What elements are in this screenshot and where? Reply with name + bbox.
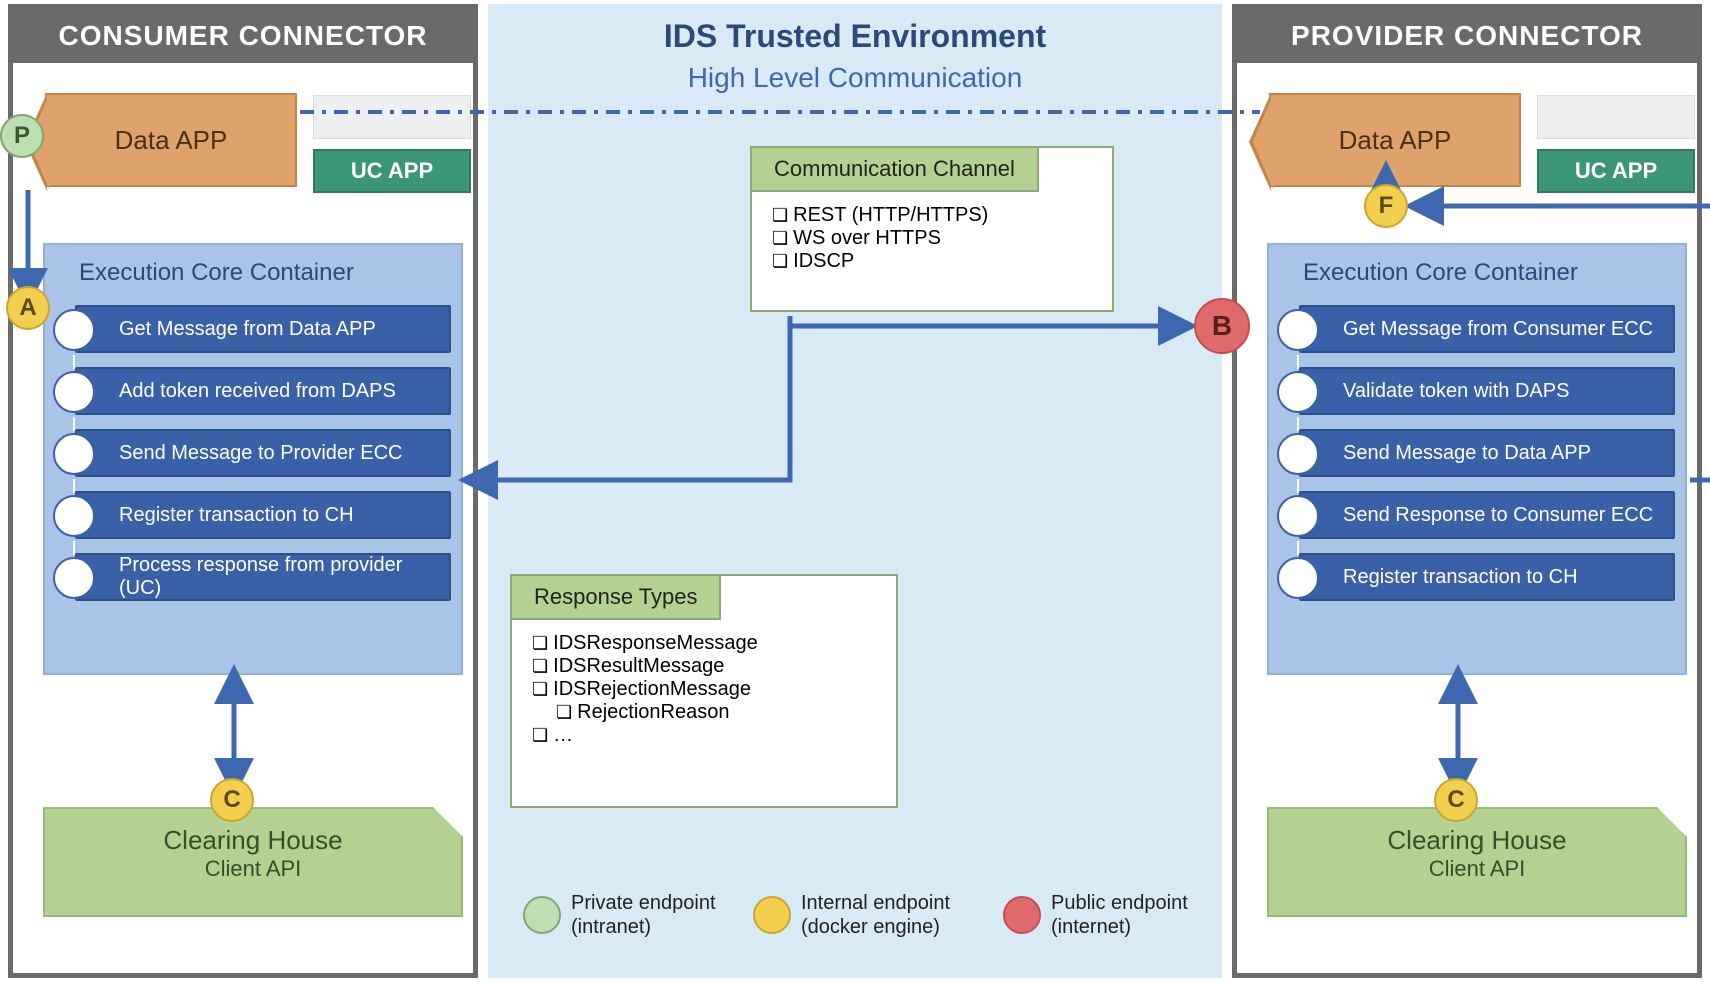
provider-step: Validate token with DAPS	[1299, 367, 1675, 415]
legend-label: Internal endpoint (docker engine)	[801, 891, 981, 939]
clearing-title: Clearing House	[1269, 825, 1685, 856]
step-label: Send Message to Provider ECC	[119, 442, 402, 465]
step-label: Send Message to Data APP	[1343, 442, 1591, 465]
step-dot-icon	[1277, 557, 1319, 599]
consumer-step: Add token received from DAPS	[75, 367, 451, 415]
provider-ecc-title: Execution Core Container	[1303, 259, 1675, 287]
resp-more: …	[532, 724, 896, 747]
provider-ecc: Execution Core Container Get Message fro…	[1267, 243, 1687, 675]
provider-step: Send Response to Consumer ECC	[1299, 491, 1675, 539]
badge-f: F	[1364, 184, 1408, 228]
consumer-connector: CONSUMER CONNECTOR Data APP UC APP Execu…	[8, 4, 478, 978]
step-label: Get Message from Data APP	[119, 318, 376, 341]
internal-endpoint-icon	[753, 896, 791, 934]
step-dot-icon	[1277, 433, 1319, 475]
clearing-title: Clearing House	[45, 825, 461, 856]
badge-b: B	[1194, 298, 1250, 354]
provider-header: PROVIDER CONNECTOR	[1237, 9, 1697, 63]
badge-p: P	[0, 114, 44, 158]
step-dot-icon	[53, 433, 95, 475]
provider-uc-app: UC APP	[1537, 149, 1695, 193]
badge-c-provider: C	[1434, 778, 1478, 822]
consumer-stub	[313, 95, 471, 139]
provider-step: Send Message to Data APP	[1299, 429, 1675, 477]
response-types-header: Response Types	[510, 574, 721, 620]
provider-data-app: Data APP	[1269, 93, 1521, 187]
comm-channel-header: Communication Channel	[750, 146, 1039, 192]
comm-item: IDSCP	[772, 250, 1112, 273]
consumer-clearing-house: Clearing House Client API	[43, 807, 463, 917]
legend-label: Private endpoint (intranet)	[571, 891, 731, 939]
step-dot-icon	[53, 495, 95, 537]
communication-channel-box: Communication Channel REST (HTTP/HTTPS) …	[750, 146, 1114, 312]
consumer-step: Register transaction to CH	[75, 491, 451, 539]
step-label: Get Message from Consumer ECC	[1343, 318, 1653, 341]
step-dot-icon	[53, 309, 95, 351]
step-label: Add token received from DAPS	[119, 380, 396, 403]
consumer-step: Send Message to Provider ECC	[75, 429, 451, 477]
private-endpoint-icon	[523, 896, 561, 934]
step-label: Register transaction to CH	[119, 504, 354, 527]
step-dot-icon	[1277, 371, 1319, 413]
step-dot-icon	[53, 371, 95, 413]
legend-public: Public endpoint (internet)	[1003, 891, 1211, 939]
provider-step: Register transaction to CH	[1299, 553, 1675, 601]
provider-connector: PROVIDER CONNECTOR Data APP UC APP Execu…	[1232, 4, 1702, 978]
consumer-header: CONSUMER CONNECTOR	[13, 9, 473, 63]
consumer-data-app: Data APP	[45, 93, 297, 187]
resp-item: IDSRejectionMessage	[532, 678, 896, 701]
legend-private: Private endpoint (intranet)	[523, 891, 731, 939]
consumer-ecc: Execution Core Container Get Message fro…	[43, 243, 463, 675]
clearing-sub: Client API	[1269, 856, 1685, 882]
consumer-ecc-title: Execution Core Container	[79, 259, 451, 287]
provider-clearing-house: Clearing House Client API	[1267, 807, 1687, 917]
step-dot-icon	[53, 557, 95, 599]
step-label: Process response from provider (UC)	[119, 554, 449, 600]
badge-c-consumer: C	[210, 778, 254, 822]
step-label: Validate token with DAPS	[1343, 380, 1569, 403]
consumer-uc-app: UC APP	[313, 149, 471, 193]
comm-item: REST (HTTP/HTTPS)	[772, 204, 1112, 227]
comm-item: WS over HTTPS	[772, 227, 1112, 250]
clearing-sub: Client API	[45, 856, 461, 882]
resp-item: IDSResponseMessage	[532, 632, 896, 655]
step-label: Send Response to Consumer ECC	[1343, 504, 1653, 527]
resp-item: IDSResultMessage	[532, 655, 896, 678]
legend-internal: Internal endpoint (docker engine)	[753, 891, 981, 939]
legend: Private endpoint (intranet) Internal end…	[512, 870, 1222, 960]
environment-subtitle: High Level Communication	[488, 62, 1222, 94]
badge-a-consumer: A	[6, 286, 50, 330]
legend-label: Public endpoint (internet)	[1051, 891, 1211, 939]
response-types-box: Response Types IDSResponseMessage IDSRes…	[510, 574, 898, 808]
step-dot-icon	[1277, 309, 1319, 351]
public-endpoint-icon	[1003, 896, 1041, 934]
environment-title: IDS Trusted Environment	[488, 18, 1222, 55]
provider-step: Get Message from Consumer ECC	[1299, 305, 1675, 353]
consumer-step: Process response from provider (UC)	[75, 553, 451, 601]
resp-sub-item: RejectionReason	[556, 701, 896, 724]
step-dot-icon	[1277, 495, 1319, 537]
step-label: Register transaction to CH	[1343, 566, 1578, 589]
consumer-step: Get Message from Data APP	[75, 305, 451, 353]
provider-stub	[1537, 95, 1695, 139]
